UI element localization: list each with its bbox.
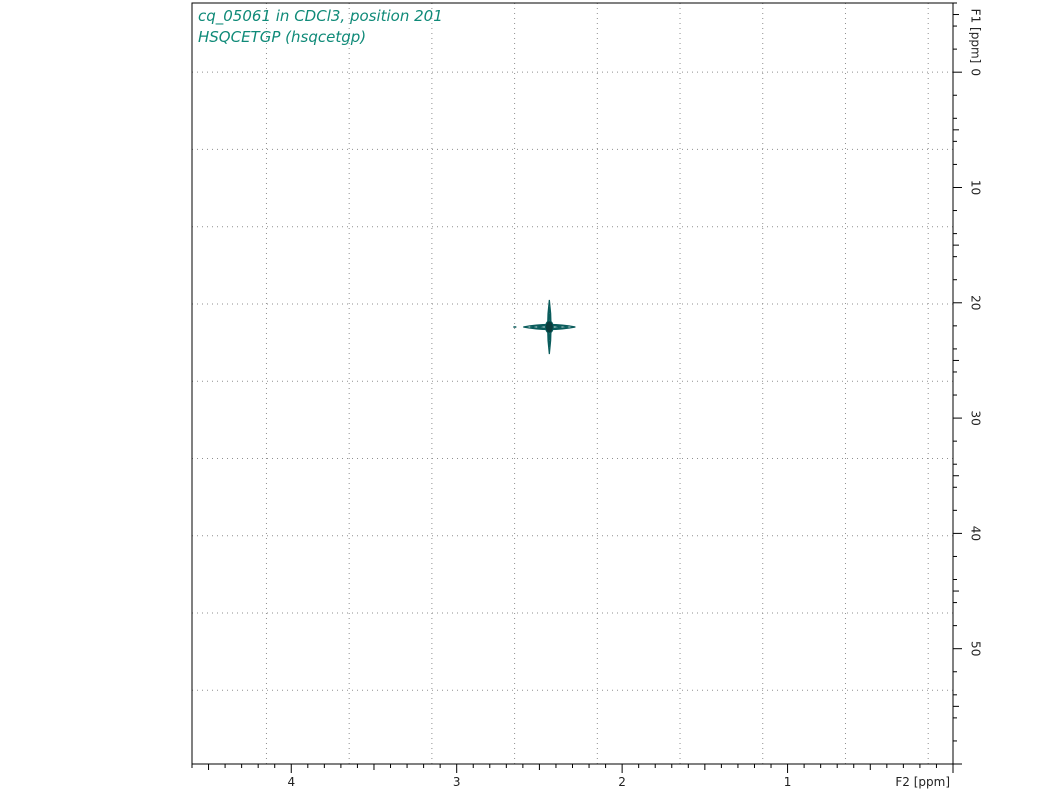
contour-layer <box>513 299 576 355</box>
plot-frame <box>191 2 954 765</box>
y-tick-label: 50 <box>969 641 983 656</box>
contour-core <box>544 320 554 334</box>
x-tick-label: 3 <box>453 775 461 789</box>
grid-layer <box>192 3 953 764</box>
y-tick-label: 40 <box>969 526 983 541</box>
x-tick-label: 4 <box>287 775 295 789</box>
label-layer: 4 3 2 101020304050 <box>287 68 982 789</box>
x-axis-title: F2 [ppm] <box>895 775 950 789</box>
hsqc-cross-peak <box>513 299 576 355</box>
hsqc-spectrum-plot: 4 3 2 101020304050 cq_05061 in CDCl3, posit… <box>191 2 983 789</box>
experiment-annotation-line1: cq_05061 in CDCl3, position 201 <box>198 7 443 26</box>
y-tick-label: 0 <box>969 68 983 76</box>
y-tick-label: 10 <box>969 180 983 195</box>
y-tick-label: 20 <box>969 295 983 310</box>
x-tick-label: 2 <box>618 775 626 789</box>
experiment-annotation-line2: HSQCETGP (hsqcetgp) <box>198 28 366 46</box>
x-tick-label: 1 <box>784 775 792 789</box>
tick-layer <box>191 2 962 773</box>
y-tick-label: 30 <box>969 410 983 425</box>
y-axis-title: F1 [ppm] <box>969 9 983 64</box>
